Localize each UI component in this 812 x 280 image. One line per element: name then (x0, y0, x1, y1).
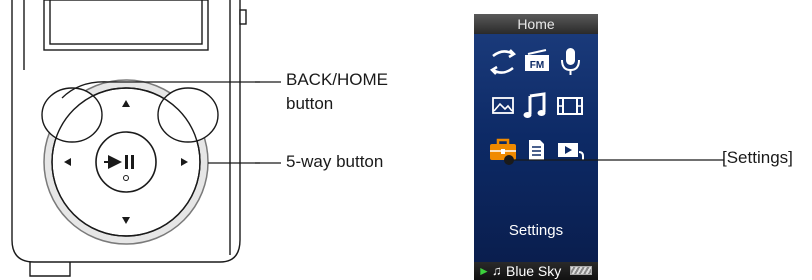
home-menu-grid: FM Settings (474, 34, 598, 262)
settings-callout: [Settings] (722, 148, 793, 167)
battery-icon (570, 266, 592, 275)
back-home-callout-line2: button (286, 94, 334, 113)
music-note-small-icon: ♫ (492, 263, 502, 278)
player-screen: Home FM Settings ► ♫ Blue Sky (474, 14, 598, 280)
callout-connectors (255, 81, 281, 164)
fm-label: FM (530, 60, 544, 71)
now-playing-bar: ► ♫ Blue Sky (474, 262, 598, 280)
back-home-callout-line1: BACK/HOME (286, 70, 389, 89)
now-playing-title: Blue Sky (506, 263, 562, 279)
microphone-icon[interactable] (550, 42, 590, 82)
video-film-icon[interactable] (550, 86, 590, 126)
back-home-callout: BACK/HOME button (286, 68, 388, 116)
selected-item-label: Settings (508, 222, 564, 239)
settings-callout-connector (504, 155, 724, 165)
play-indicator-icon: ► (478, 264, 490, 278)
option-button (157, 87, 219, 143)
five-way-callout: 5-way button (286, 152, 384, 171)
device-illustration (11, 0, 260, 277)
screen-header: Home (474, 14, 598, 34)
